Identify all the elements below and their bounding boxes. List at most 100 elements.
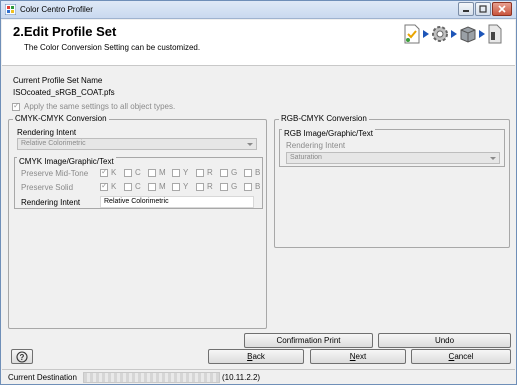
solid-g-label: G [231, 182, 238, 191]
solid-r-option[interactable]: R [196, 182, 220, 191]
midtone-y-label: Y [183, 168, 189, 177]
profile-document-icon [488, 24, 502, 44]
cancel-label-rest: ancel [454, 352, 474, 361]
wizard-header: 2.Edit Profile Set The Color Conversion … [2, 20, 515, 66]
destination-address: (10.11.2.2) [222, 373, 261, 382]
midtone-r-label: R [207, 168, 213, 177]
solid-r-checkbox[interactable] [196, 182, 204, 191]
midtone-k-label: K [111, 168, 117, 177]
back-button[interactable]: Back [208, 349, 304, 364]
apply-all-checkbox[interactable] [12, 101, 20, 111]
cmyk-image-group: CMYK Image/Graphic/Text Preserve Mid-Ton… [14, 157, 263, 209]
rgb-rendering-intent-select[interactable]: Saturation [286, 152, 500, 164]
solid-g-option[interactable]: G [220, 182, 244, 191]
cmyk-sub-rendering-intent-label: Rendering Intent [21, 198, 81, 207]
cmyk-cmyk-group: CMYK-CMYK Conversion Rendering Intent Re… [8, 114, 267, 329]
cmyk-cmyk-title: CMYK-CMYK Conversion [13, 114, 109, 123]
preserve-solid-label: Preserve Solid [21, 183, 74, 192]
midtone-m-checkbox[interactable] [148, 168, 156, 177]
box-icon [460, 26, 476, 43]
cmyk-sub-rendering-intent-field[interactable]: Relative Colorimetric [100, 196, 254, 208]
redacted-destination [83, 372, 220, 383]
maximize-button[interactable] [475, 2, 491, 16]
solid-m-checkbox[interactable] [148, 182, 156, 191]
solid-b-label: B [255, 182, 261, 191]
cancel-button[interactable]: Cancel [411, 349, 511, 364]
midtone-b-option[interactable]: B [244, 168, 268, 177]
midtone-y-checkbox[interactable] [172, 168, 180, 177]
svg-text:?: ? [20, 353, 25, 362]
app-icon [5, 4, 16, 15]
cmyk-rendering-intent-select[interactable]: Relative Colorimetric [17, 138, 257, 150]
document-star-icon [404, 24, 420, 44]
midtone-g-label: G [231, 168, 238, 177]
midtone-r-option[interactable]: R [196, 168, 220, 177]
rgb-rendering-intent-label: Rendering Intent [286, 141, 346, 150]
maximize-icon [479, 5, 487, 13]
rgb-rendering-intent-value: Saturation [290, 154, 322, 161]
solid-b-checkbox[interactable] [244, 182, 252, 191]
midtone-m-label: M [159, 168, 166, 177]
minimize-button[interactable] [458, 2, 474, 16]
midtone-m-option[interactable]: M [148, 168, 172, 177]
midtone-r-checkbox[interactable] [196, 168, 204, 177]
status-bar: Current Destination (10.11.2.2) [2, 369, 515, 384]
profile-set-label: Current Profile Set Name [13, 76, 103, 85]
preserve-midtone-options: KCMYRGB [100, 167, 268, 177]
main-window: Color Centro Profiler 2.Edit Profile Set… [0, 0, 517, 385]
midtone-k-option[interactable]: K [100, 167, 124, 177]
window-controls [458, 2, 512, 16]
solid-m-label: M [159, 182, 166, 191]
minimize-icon [463, 10, 469, 12]
midtone-b-label: B [255, 168, 261, 177]
rgb-image-title: RGB Image/Graphic/Text [282, 129, 375, 138]
solid-k-checkbox[interactable] [100, 181, 108, 191]
close-button[interactable] [492, 2, 512, 16]
midtone-k-checkbox[interactable] [100, 167, 108, 177]
rgb-cmyk-title: RGB-CMYK Conversion [279, 114, 369, 123]
solid-c-option[interactable]: C [124, 182, 148, 191]
solid-y-label: Y [183, 182, 189, 191]
midtone-g-option[interactable]: G [220, 168, 244, 177]
step-arrow-icon [479, 30, 485, 38]
step-description: The Color Conversion Setting can be cust… [24, 43, 201, 52]
rgb-cmyk-group: RGB-CMYK Conversion RGB Image/Graphic/Te… [274, 114, 510, 248]
solid-r-label: R [207, 182, 213, 191]
chevron-down-icon [490, 157, 496, 160]
close-icon [498, 5, 506, 13]
chevron-down-icon [247, 143, 253, 146]
solid-m-option[interactable]: M [148, 182, 172, 191]
gear-icon [432, 26, 448, 42]
confirmation-print-button[interactable]: Confirmation Print [244, 333, 373, 348]
midtone-c-option[interactable]: C [124, 168, 148, 177]
apply-all-option[interactable]: Apply the same settings to all object ty… [12, 101, 176, 111]
apply-all-label: Apply the same settings to all object ty… [24, 102, 176, 111]
step-title: 2.Edit Profile Set [13, 24, 117, 39]
help-icon: ? [16, 350, 28, 363]
solid-y-option[interactable]: Y [172, 182, 196, 191]
midtone-y-option[interactable]: Y [172, 168, 196, 177]
window-title: Color Centro Profiler [20, 5, 93, 14]
current-destination-label: Current Destination [8, 373, 77, 382]
solid-g-checkbox[interactable] [220, 182, 228, 191]
solid-b-option[interactable]: B [244, 182, 268, 191]
step-arrow-icon [423, 30, 429, 38]
midtone-b-checkbox[interactable] [244, 168, 252, 177]
midtone-g-checkbox[interactable] [220, 168, 228, 177]
undo-button[interactable]: Undo [378, 333, 511, 348]
cmyk-rendering-intent-value: Relative Colorimetric [21, 140, 86, 147]
next-button[interactable]: Next [310, 349, 406, 364]
help-button[interactable]: ? [11, 349, 33, 364]
rgb-image-group: RGB Image/Graphic/Text Rendering Intent … [279, 129, 505, 167]
solid-y-checkbox[interactable] [172, 182, 180, 191]
wizard-steps [403, 24, 503, 44]
midtone-c-label: C [135, 168, 141, 177]
next-label-rest: ext [355, 352, 367, 361]
back-label-rest: ack [252, 352, 265, 361]
solid-k-option[interactable]: K [100, 181, 124, 191]
midtone-c-checkbox[interactable] [124, 168, 132, 177]
step-arrow-icon [451, 30, 457, 38]
title-bar[interactable]: Color Centro Profiler [1, 1, 516, 19]
solid-c-checkbox[interactable] [124, 182, 132, 191]
profile-set-name: ISOcoated_sRGB_COAT.pfs [13, 88, 115, 97]
